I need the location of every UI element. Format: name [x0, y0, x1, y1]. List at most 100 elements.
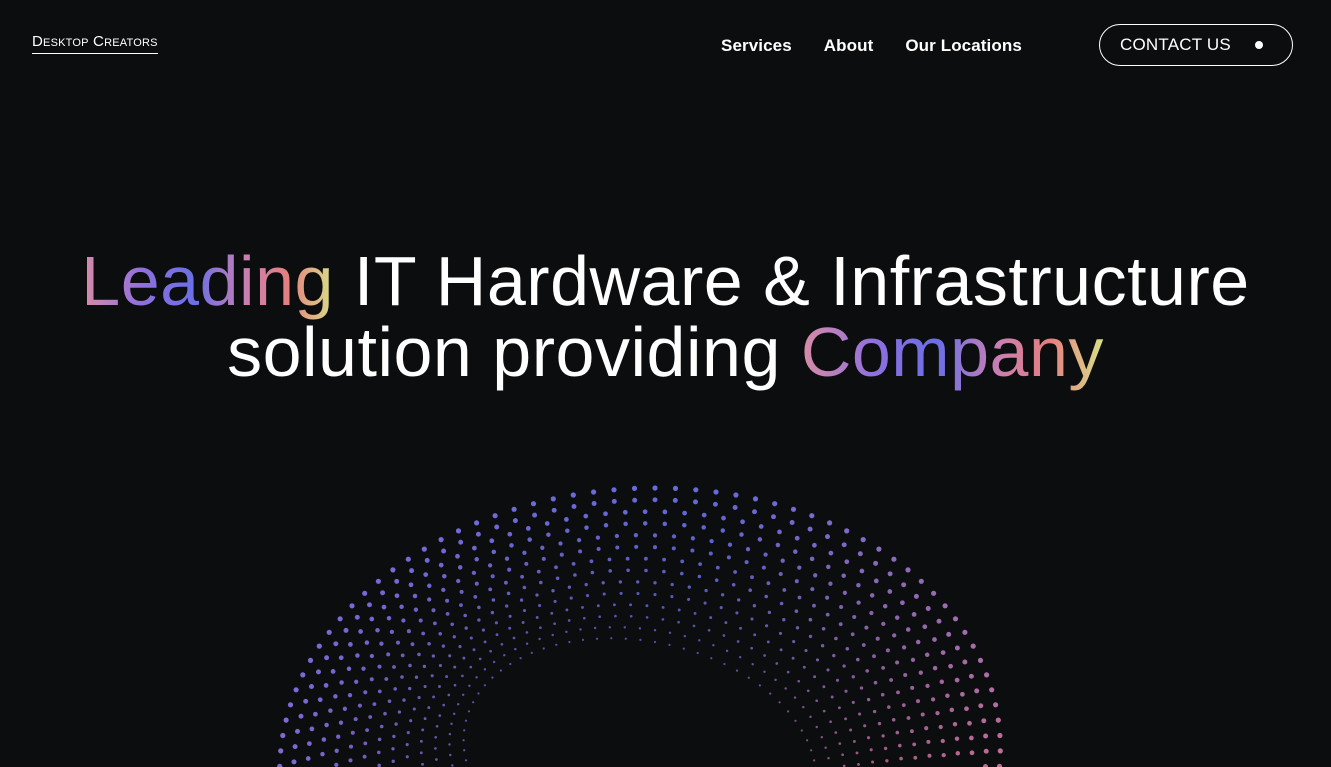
- arc-dot: [896, 690, 900, 695]
- arc-dot: [758, 684, 762, 687]
- arc-dot: [445, 611, 450, 616]
- arc-dot: [849, 728, 853, 732]
- arc-dot: [535, 616, 539, 619]
- arc-dot: [361, 666, 366, 671]
- contact-us-button[interactable]: CONTACT US: [1099, 24, 1293, 66]
- site-header: Desktop Creators Services About Our Loca…: [0, 0, 1331, 90]
- arc-dot: [791, 656, 795, 660]
- arc-dot: [779, 601, 784, 606]
- arc-dot: [815, 658, 820, 662]
- arc-dot: [438, 663, 442, 668]
- arc-dot: [540, 545, 545, 550]
- arc-dot: [797, 595, 802, 600]
- logo[interactable]: Desktop Creators: [32, 31, 158, 54]
- nav-our-locations[interactable]: Our Locations: [905, 34, 1022, 58]
- arc-dot: [546, 532, 551, 537]
- arc-dot: [724, 621, 728, 625]
- arc-dot: [354, 679, 359, 684]
- contact-us-label: CONTACT US: [1120, 35, 1231, 54]
- arc-dot: [478, 657, 482, 661]
- arc-dot: [875, 636, 880, 641]
- arc-dot: [984, 672, 990, 678]
- arc-dot: [644, 568, 648, 573]
- arc-dot: [347, 693, 353, 698]
- arc-dot: [280, 732, 286, 739]
- arc-dot: [363, 741, 368, 746]
- arc-dot: [948, 663, 953, 669]
- arc-dot: [714, 578, 719, 582]
- arc-dot: [405, 755, 409, 759]
- arc-dot: [910, 657, 916, 663]
- arc-dot: [891, 718, 896, 722]
- arc-dot: [769, 692, 772, 695]
- arc-dot: [457, 565, 463, 570]
- arc-dot: [488, 587, 493, 592]
- arc-dot: [925, 683, 930, 689]
- arc-dot: [767, 610, 772, 615]
- arc-dot: [899, 756, 903, 761]
- arc-dot: [380, 590, 386, 596]
- arc-dot: [750, 646, 754, 650]
- nav-services[interactable]: Services: [721, 34, 792, 58]
- arc-dot: [701, 512, 707, 518]
- arc-dot: [732, 505, 738, 510]
- arc-dot: [387, 699, 392, 703]
- arc-dot: [423, 684, 427, 689]
- arc-dot: [750, 617, 754, 621]
- arc-dot: [338, 720, 344, 725]
- arc-dot: [845, 647, 850, 651]
- arc-dot: [981, 718, 987, 724]
- arc-dot: [336, 734, 341, 739]
- arc-dot: [856, 657, 860, 662]
- arc-dot: [744, 560, 749, 565]
- arc-dot: [441, 548, 447, 554]
- arc-dot: [555, 576, 560, 581]
- arc-dot: [661, 618, 665, 621]
- hero-line-2: solution providing Company: [227, 313, 1104, 391]
- arc-dot: [372, 702, 377, 707]
- arc-dot: [790, 506, 797, 512]
- arc-dot: [458, 645, 462, 649]
- arc-dot: [618, 580, 623, 584]
- arc-dot: [856, 600, 861, 605]
- arc-dot: [432, 695, 436, 699]
- arc-dot: [438, 632, 442, 636]
- arc-dot: [530, 651, 533, 654]
- arc-dot: [383, 711, 387, 716]
- arc-dot: [922, 624, 928, 630]
- arc-dot: [898, 743, 902, 748]
- arc-dot: [456, 578, 461, 584]
- arc-dot: [354, 614, 360, 620]
- arc-dot: [723, 662, 726, 666]
- arc-dot: [857, 551, 863, 557]
- arc-dot: [808, 617, 813, 622]
- arc-dot: [582, 616, 586, 620]
- arc-dot: [524, 561, 529, 566]
- arc-dot: [638, 627, 642, 630]
- arc-dot: [940, 738, 945, 744]
- arc-dot: [962, 659, 968, 665]
- arc-dot: [912, 742, 917, 747]
- arc-dot: [920, 712, 925, 717]
- arc-dot: [885, 759, 889, 763]
- arc-dot: [824, 746, 827, 749]
- arc-dot: [509, 543, 514, 548]
- arc-dot: [363, 690, 368, 695]
- arc-dot: [507, 531, 513, 537]
- arc-dot: [504, 556, 510, 561]
- arc-dot: [842, 590, 848, 595]
- arc-dot: [585, 594, 590, 598]
- arc-dot: [544, 521, 550, 526]
- arc-dot: [693, 487, 699, 493]
- arc-dot: [652, 485, 658, 491]
- arc-dot: [397, 710, 402, 714]
- nav-about[interactable]: About: [824, 34, 874, 58]
- arc-dot: [406, 731, 410, 735]
- arc-dot: [477, 605, 481, 610]
- arc-dot: [287, 702, 294, 708]
- arc-dot: [861, 643, 866, 647]
- arc-dot: [394, 593, 400, 599]
- arc-dot: [558, 541, 563, 546]
- arc-dot: [623, 521, 628, 527]
- arc-dot: [298, 713, 304, 719]
